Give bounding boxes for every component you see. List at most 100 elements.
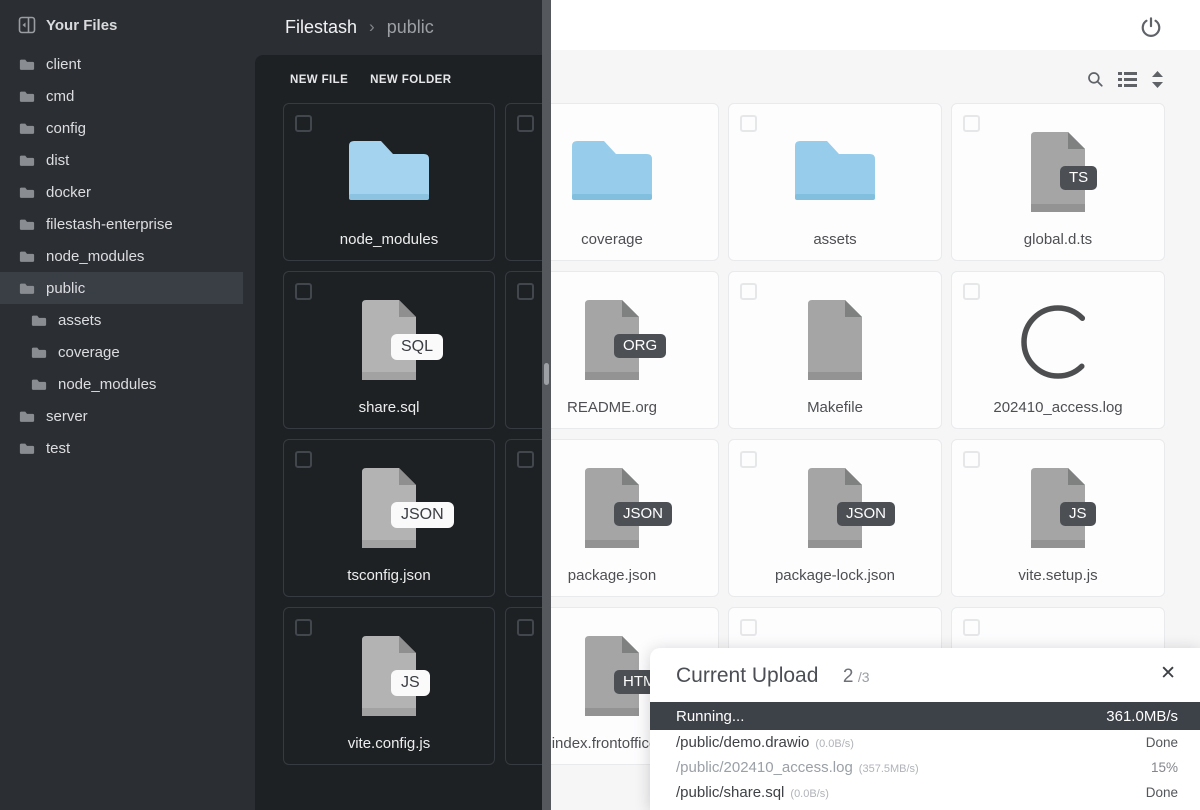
sidebar-item-label: coverage — [58, 344, 120, 361]
sidebar-item-public[interactable]: public — [0, 272, 243, 304]
sidebar-item-server[interactable]: server — [0, 400, 243, 432]
sidebar-item-test[interactable]: test — [0, 432, 243, 464]
extension-badge: ORG — [614, 334, 666, 358]
tile-checkbox[interactable] — [295, 115, 312, 132]
upload-item-status: 15% — [1151, 760, 1178, 775]
tile-checkbox[interactable] — [295, 619, 312, 636]
sidebar-item-public-assets[interactable]: assets — [0, 304, 243, 336]
upload-item-rate: (0.0B/s) — [815, 738, 854, 750]
upload-count-current: 2 — [843, 666, 854, 687]
upload-count-total: /3 — [858, 669, 870, 685]
tile-checkbox[interactable] — [963, 451, 980, 468]
file-tile-share-sql[interactable]: SQL share.sql — [283, 271, 495, 429]
new-folder-button[interactable]: NEW FOLDER — [370, 74, 451, 86]
sidebar-item-label: dist — [46, 152, 69, 169]
folder-icon — [566, 130, 658, 206]
file-tile-assets[interactable]: assets — [728, 103, 942, 261]
sidebar-item-label: docker — [46, 184, 91, 201]
file-tile-202410-access-log[interactable]: 202410_access.log — [951, 271, 1165, 429]
upload-item-path: /public/demo.drawio — [676, 734, 809, 751]
file-tile-vite-setup-js[interactable]: JS vite.setup.js — [951, 439, 1165, 597]
new-file-button[interactable]: NEW FILE — [290, 74, 348, 86]
extension-badge: JSON — [391, 502, 454, 528]
folder-icon — [343, 130, 435, 206]
upload-title: Current Upload — [676, 664, 818, 687]
extension-badge: JSON — [837, 502, 895, 526]
sidebar-item-label: node_modules — [46, 248, 144, 265]
upload-item-rate: (357.5MB/s) — [859, 763, 919, 775]
upload-status-bar: Running... 361.0MB/s — [650, 702, 1200, 730]
file-tile-global-d-ts[interactable]: TS global.d.ts — [951, 103, 1165, 261]
file-name: share.sql — [284, 399, 494, 416]
tile-checkbox[interactable] — [517, 619, 534, 636]
tile-checkbox[interactable] — [740, 451, 757, 468]
extension-badge: JS — [391, 670, 430, 696]
upload-panel: Current Upload 2 /3 ✕ Running... 361.0MB… — [650, 648, 1200, 810]
upload-item: /public/202410_access.log(357.5MB/s) 15% — [650, 755, 1200, 780]
file-name: package-lock.json — [729, 567, 941, 584]
file-tile-partial[interactable] — [505, 271, 542, 429]
file-name: tsconfig.json — [284, 567, 494, 584]
sidebar-toggle-icon[interactable] — [18, 16, 36, 34]
tile-checkbox[interactable] — [517, 451, 534, 468]
breadcrumb-root[interactable]: Filestash — [285, 17, 357, 38]
tile-checkbox[interactable] — [963, 283, 980, 300]
file-name: global.d.ts — [952, 231, 1164, 248]
sort-icon[interactable] — [1151, 71, 1164, 88]
sidebar-item-label: cmd — [46, 88, 74, 105]
sidebar-item-label: assets — [58, 312, 101, 329]
tile-checkbox[interactable] — [740, 115, 757, 132]
file-tile-partial-index-frontoffice[interactable]: index.frontoffice.html — [505, 607, 542, 765]
upload-panel-header: Current Upload 2 /3 ✕ — [650, 648, 1200, 702]
tile-checkbox[interactable] — [517, 283, 534, 300]
tile-checkbox[interactable] — [295, 283, 312, 300]
tile-checkbox[interactable] — [295, 451, 312, 468]
sidebar-item-dist[interactable]: dist — [0, 144, 243, 176]
file-tile-tsconfig-json[interactable]: JSON tsconfig.json — [283, 439, 495, 597]
sidebar-item-label: node_modules — [58, 376, 156, 393]
scrollbar-thumb[interactable] — [544, 363, 549, 385]
chevron-right-icon: › — [369, 17, 375, 37]
file-name: 202410_access.log — [952, 399, 1164, 416]
file-tile-makefile[interactable]: Makefile — [728, 271, 942, 429]
sidebar-title: Your Files — [46, 17, 117, 34]
search-icon[interactable] — [1086, 70, 1104, 88]
folder-icon — [789, 130, 881, 206]
sidebar-item-label: public — [46, 280, 85, 297]
window-divider-scrollbar[interactable] — [542, 0, 551, 810]
sidebar-item-label: test — [46, 440, 70, 457]
sidebar-item-client[interactable]: client — [0, 48, 243, 80]
sidebar-item-public-node-modules[interactable]: node_modules — [0, 368, 243, 400]
sidebar-item-public-coverage[interactable]: coverage — [0, 336, 243, 368]
file-name: node_modules — [284, 231, 494, 248]
sidebar-item-docker[interactable]: docker — [0, 176, 243, 208]
power-icon[interactable] — [1140, 16, 1162, 38]
sidebar-item-node-modules[interactable]: node_modules — [0, 240, 243, 272]
filestash-app: coverage assets TS global.d.ts ORG READM… — [0, 0, 1200, 810]
sidebar-header: Your Files — [18, 16, 117, 34]
breadcrumb: Filestash › public — [285, 13, 434, 41]
sidebar-item-cmd[interactable]: cmd — [0, 80, 243, 112]
sidebar-item-filestash-enterprise[interactable]: filestash-enterprise — [0, 208, 243, 240]
tile-checkbox[interactable] — [740, 619, 757, 636]
file-tile-node-modules[interactable]: node_modules — [283, 103, 495, 261]
file-tile-package-lock-json[interactable]: JSON package-lock.json — [728, 439, 942, 597]
tile-checkbox[interactable] — [517, 115, 534, 132]
list-view-icon[interactable] — [1118, 71, 1137, 88]
upload-item-status: Done — [1146, 735, 1178, 750]
file-name: Makefile — [729, 399, 941, 416]
file-tile-partial[interactable] — [505, 103, 542, 261]
upload-item: /public/share.sql(0.0B/s) Done — [650, 780, 1200, 805]
close-icon[interactable]: ✕ — [1160, 662, 1176, 685]
sidebar-item-label: server — [46, 408, 88, 425]
tile-checkbox[interactable] — [963, 115, 980, 132]
tile-checkbox[interactable] — [963, 619, 980, 636]
upload-item-path: /public/share.sql — [676, 784, 784, 801]
dark-filestash-window: Your Files client cmd config dist docker… — [0, 0, 542, 810]
sidebar-item-config[interactable]: config — [0, 112, 243, 144]
upload-status-label: Running... — [676, 708, 744, 725]
extension-badge: JSON — [614, 502, 672, 526]
tile-checkbox[interactable] — [740, 283, 757, 300]
file-tile-vite-config-js[interactable]: JS vite.config.js — [283, 607, 495, 765]
file-tile-partial[interactable] — [505, 439, 542, 597]
